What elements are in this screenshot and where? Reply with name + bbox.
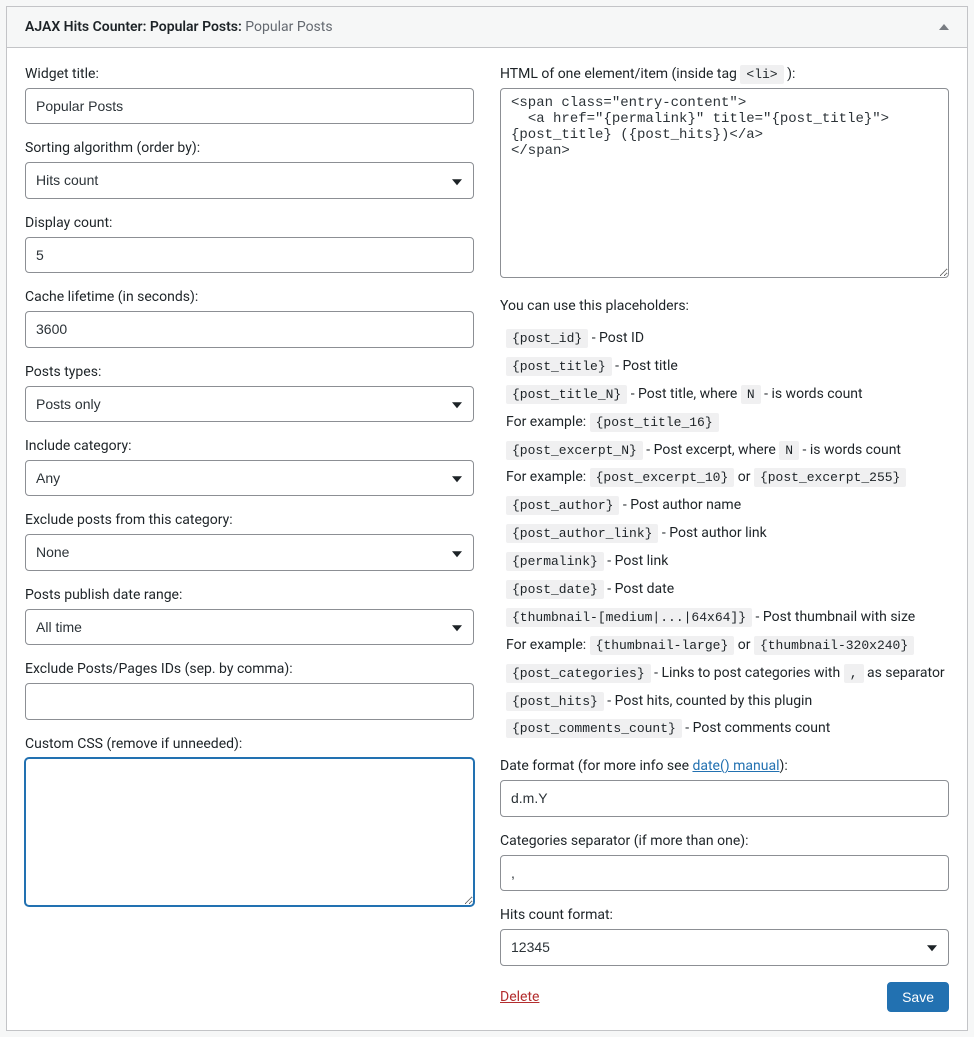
- ph-post-title-n: {post_title_N}: [506, 385, 627, 404]
- ph-is-words-1: - is words count: [761, 386, 863, 402]
- exclude-category-label: Exclude posts from this category:: [25, 512, 474, 528]
- left-column: Widget title: Sorting algorithm (order b…: [25, 66, 474, 1012]
- ph-post-author-desc: - Post author name: [619, 497, 741, 513]
- ph-is-words-2: - is words count: [799, 442, 901, 458]
- ph-post-title-desc: - Post title: [612, 358, 678, 374]
- ph-post-excerpt-n-desc: - Post excerpt, where: [643, 442, 779, 458]
- cat-sep-label: Categories separator (if more than one):: [500, 833, 949, 849]
- save-button[interactable]: Save: [887, 982, 949, 1012]
- ph-post-id: {post_id}: [506, 329, 588, 348]
- ph-permalink: {permalink}: [506, 552, 604, 571]
- cache-lifetime-input[interactable]: [25, 311, 474, 347]
- ph-post-hits-desc: - Post hits, counted by this plugin: [604, 693, 812, 709]
- ph-thumbnail-320: {thumbnail-320x240}: [754, 636, 914, 655]
- ph-thumbnail-desc: - Post thumbnail with size: [752, 609, 915, 625]
- widget-title: AJAX Hits Counter: Popular Posts: Popula…: [25, 19, 333, 35]
- cat-sep-input[interactable]: [500, 855, 949, 891]
- ph-comma: ,: [844, 664, 864, 683]
- exclude-ids-input[interactable]: [25, 683, 474, 719]
- date-range-label: Posts publish date range:: [25, 587, 474, 603]
- ph-post-date: {post_date}: [506, 580, 604, 599]
- ph-post-title-n-desc: - Post title, where: [627, 386, 741, 402]
- ph-post-id-desc: - Post ID: [588, 330, 644, 346]
- display-count-label: Display count:: [25, 215, 474, 231]
- widget-title-input[interactable]: [25, 88, 474, 124]
- ph-post-author-link-desc: - Post author link: [658, 525, 766, 541]
- hits-format-select[interactable]: 12345: [500, 929, 949, 965]
- ph-post-comments: {post_comments_count}: [506, 719, 682, 738]
- ph-post-date-desc: - Post date: [604, 581, 674, 597]
- custom-css-label: Custom CSS (remove if unneeded):: [25, 736, 474, 752]
- ph-n-2: N: [779, 441, 799, 460]
- ph-permalink-desc: - Post link: [604, 553, 668, 569]
- html-template-label-post: ):: [784, 66, 796, 82]
- sorting-label: Sorting algorithm (order by):: [25, 140, 474, 156]
- posts-types-select[interactable]: Posts only: [25, 386, 474, 422]
- widget-header[interactable]: AJAX Hits Counter: Popular Posts: Popula…: [7, 7, 967, 48]
- widget-panel: AJAX Hits Counter: Popular Posts: Popula…: [6, 6, 968, 1031]
- ph-ex-2: For example:: [506, 469, 590, 485]
- ph-ex-1: For example:: [506, 414, 590, 430]
- ph-thumbnail-large: {thumbnail-large}: [590, 636, 735, 655]
- collapse-up-icon[interactable]: [939, 24, 949, 30]
- custom-css-textarea[interactable]: [25, 758, 474, 906]
- delete-link[interactable]: Delete: [500, 989, 539, 1005]
- date-format-label-post: ):: [779, 758, 787, 774]
- display-count-input[interactable]: [25, 237, 474, 273]
- posts-types-label: Posts types:: [25, 364, 474, 380]
- ph-or-1: or: [734, 469, 754, 485]
- ph-ex-3: For example:: [506, 637, 590, 653]
- right-column: HTML of one element/item (inside tag <li…: [500, 66, 949, 1012]
- widget-footer: Delete Save: [500, 982, 949, 1012]
- ph-post-title-16: {post_title_16}: [590, 413, 719, 432]
- ph-post-comments-desc: - Post comments count: [682, 720, 830, 736]
- sorting-select[interactable]: Hits count: [25, 162, 474, 198]
- date-format-input[interactable]: [500, 780, 949, 816]
- cache-lifetime-label: Cache lifetime (in seconds):: [25, 289, 474, 305]
- ph-post-author-link: {post_author_link}: [506, 524, 658, 543]
- ph-post-excerpt-255: {post_excerpt_255}: [754, 468, 906, 487]
- ph-thumbnail: {thumbnail-[medium|...|64x64]}: [506, 608, 752, 627]
- include-category-label: Include category:: [25, 438, 474, 454]
- date-manual-link[interactable]: date() manual: [692, 758, 779, 774]
- html-template-label-pre: HTML of one element/item (inside tag: [500, 66, 740, 82]
- ph-post-categories: {post_categories}: [506, 664, 651, 683]
- html-template-label-code: <li>: [740, 65, 783, 84]
- exclude-category-select[interactable]: None: [25, 534, 474, 570]
- placeholders-list: {post_id} - Post ID {post_title} - Post …: [500, 326, 949, 742]
- ph-post-title: {post_title}: [506, 357, 612, 376]
- html-template-label: HTML of one element/item (inside tag <li…: [500, 66, 949, 82]
- widget-body: Widget title: Sorting algorithm (order b…: [7, 48, 967, 1030]
- date-format-label-pre: Date format (for more info see: [500, 758, 692, 774]
- exclude-ids-label: Exclude Posts/Pages IDs (sep. by comma):: [25, 661, 474, 677]
- ph-post-hits: {post_hits}: [506, 692, 604, 711]
- hits-format-label: Hits count format:: [500, 907, 949, 923]
- html-template-textarea[interactable]: <span class="entry-content"> <a href="{p…: [500, 88, 949, 278]
- include-category-select[interactable]: Any: [25, 460, 474, 496]
- ph-or-2: or: [734, 637, 754, 653]
- date-format-label: Date format (for more info see date() ma…: [500, 758, 949, 774]
- placeholders-intro: You can use this placeholders:: [500, 298, 949, 314]
- ph-as-sep: as separator: [864, 665, 945, 681]
- ph-post-excerpt-10: {post_excerpt_10}: [590, 468, 735, 487]
- widget-title-suffix: Popular Posts: [242, 19, 333, 35]
- ph-post-author: {post_author}: [506, 496, 619, 515]
- date-range-select[interactable]: All time: [25, 609, 474, 645]
- ph-post-excerpt-n: {post_excerpt_N}: [506, 441, 643, 460]
- widget-title-prefix: AJAX Hits Counter: Popular Posts:: [25, 19, 242, 35]
- ph-n-1: N: [741, 385, 761, 404]
- widget-title-label: Widget title:: [25, 66, 474, 82]
- ph-post-categories-desc: - Links to post categories with: [651, 665, 844, 681]
